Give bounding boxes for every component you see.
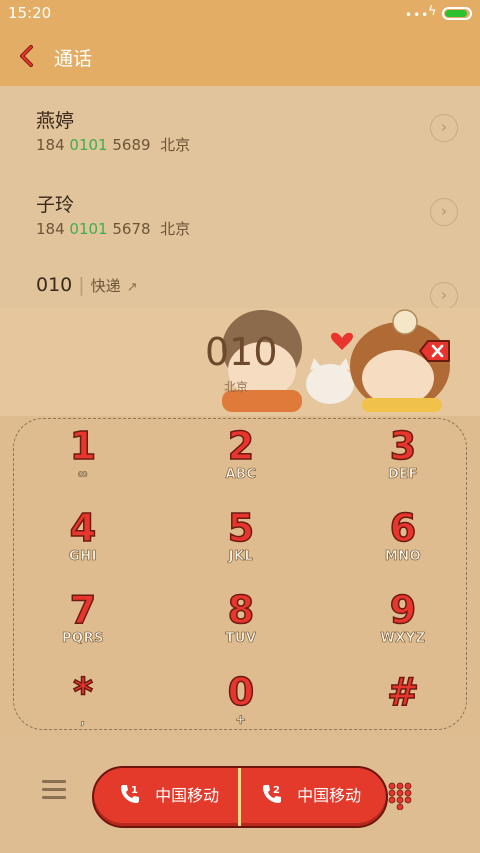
page-title: 通话 (54, 48, 93, 70)
key-6[interactable]: 6 MNO (338, 506, 468, 585)
dialpad: 1 ∞ 2 ABC 3 DEF 4 GHI 5 JKL 6 MNO 7 PQRS 8 TUV 9… (13, 418, 467, 730)
contact-name: 燕婷 (36, 110, 75, 132)
menu-icon[interactable] (42, 780, 66, 804)
dialed-number: 010 (205, 330, 278, 374)
carrier-label: 中国移动 (155, 786, 220, 805)
app-header: 通话 (0, 28, 480, 86)
key-9[interactable]: 9 WXYZ (338, 588, 468, 667)
number-display: 010 北京 (0, 308, 480, 416)
charging-icon: ϟ (428, 4, 437, 19)
bottom-bar: 1 中国移动 2 中国移动 (0, 738, 480, 853)
contact-detail-chevron-icon[interactable]: › (430, 198, 458, 226)
outgoing-call-icon: ↗ (126, 280, 138, 295)
contact-number: 184 0101 5678 北京 (36, 220, 191, 238)
contact-tag: 快递 (90, 277, 121, 295)
back-arrow-icon[interactable] (16, 44, 40, 68)
call-divider (238, 768, 241, 826)
key-2[interactable]: 2 ABC (176, 424, 306, 503)
phone-sim1-icon: 1 (121, 785, 139, 803)
call-button-group: 1 中国移动 2 中国移动 (92, 766, 388, 828)
phone-sim2-icon: 2 (263, 785, 281, 803)
dialpad-toggle-icon[interactable] (388, 782, 412, 810)
matched-digits: 0101 (69, 220, 108, 238)
battery-icon (442, 7, 472, 20)
call-sim2-button[interactable]: 2 中国移动 (260, 782, 361, 812)
matched-digits: 0101 (69, 136, 108, 154)
contact-detail-chevron-icon[interactable]: › (430, 114, 458, 142)
contact-name: 010 | 快递 ↗ (36, 274, 138, 296)
svg-text:1: 1 (131, 785, 138, 796)
contact-row[interactable]: 燕婷 184 0101 5689 北京 › (0, 86, 480, 170)
backspace-icon[interactable] (418, 338, 452, 364)
search-results-list: 燕婷 184 0101 5689 北京 › 子玲 184 0101 5678 北… (0, 86, 480, 308)
key-8[interactable]: 8 TUV (176, 588, 306, 667)
contact-row[interactable]: 010 | 快递 ↗ › (0, 254, 480, 308)
status-time: 15:20 (8, 4, 52, 22)
contact-detail-chevron-icon[interactable]: › (430, 282, 458, 308)
notification-dots-icon: ••• (405, 8, 430, 22)
contact-location: 北京 (160, 220, 191, 238)
contact-name: 子玲 (36, 194, 75, 216)
contact-number: 184 0101 5689 北京 (36, 136, 191, 154)
key-1[interactable]: 1 ∞ (18, 424, 148, 503)
call-sim1-button[interactable]: 1 中国移动 (118, 782, 219, 812)
dialed-number-location: 北京 (224, 380, 249, 394)
carrier-label: 中国移动 (297, 786, 362, 805)
key-4[interactable]: 4 GHI (18, 506, 148, 585)
contact-row[interactable]: 子玲 184 0101 5678 北京 › (0, 170, 480, 254)
key-7[interactable]: 7 PQRS (18, 588, 148, 667)
svg-text:2: 2 (273, 785, 280, 796)
contact-location: 北京 (160, 136, 191, 154)
key-3[interactable]: 3 DEF (338, 424, 468, 503)
key-5[interactable]: 5 JKL (176, 506, 306, 585)
status-bar: 15:20 ••• ϟ (0, 0, 480, 28)
